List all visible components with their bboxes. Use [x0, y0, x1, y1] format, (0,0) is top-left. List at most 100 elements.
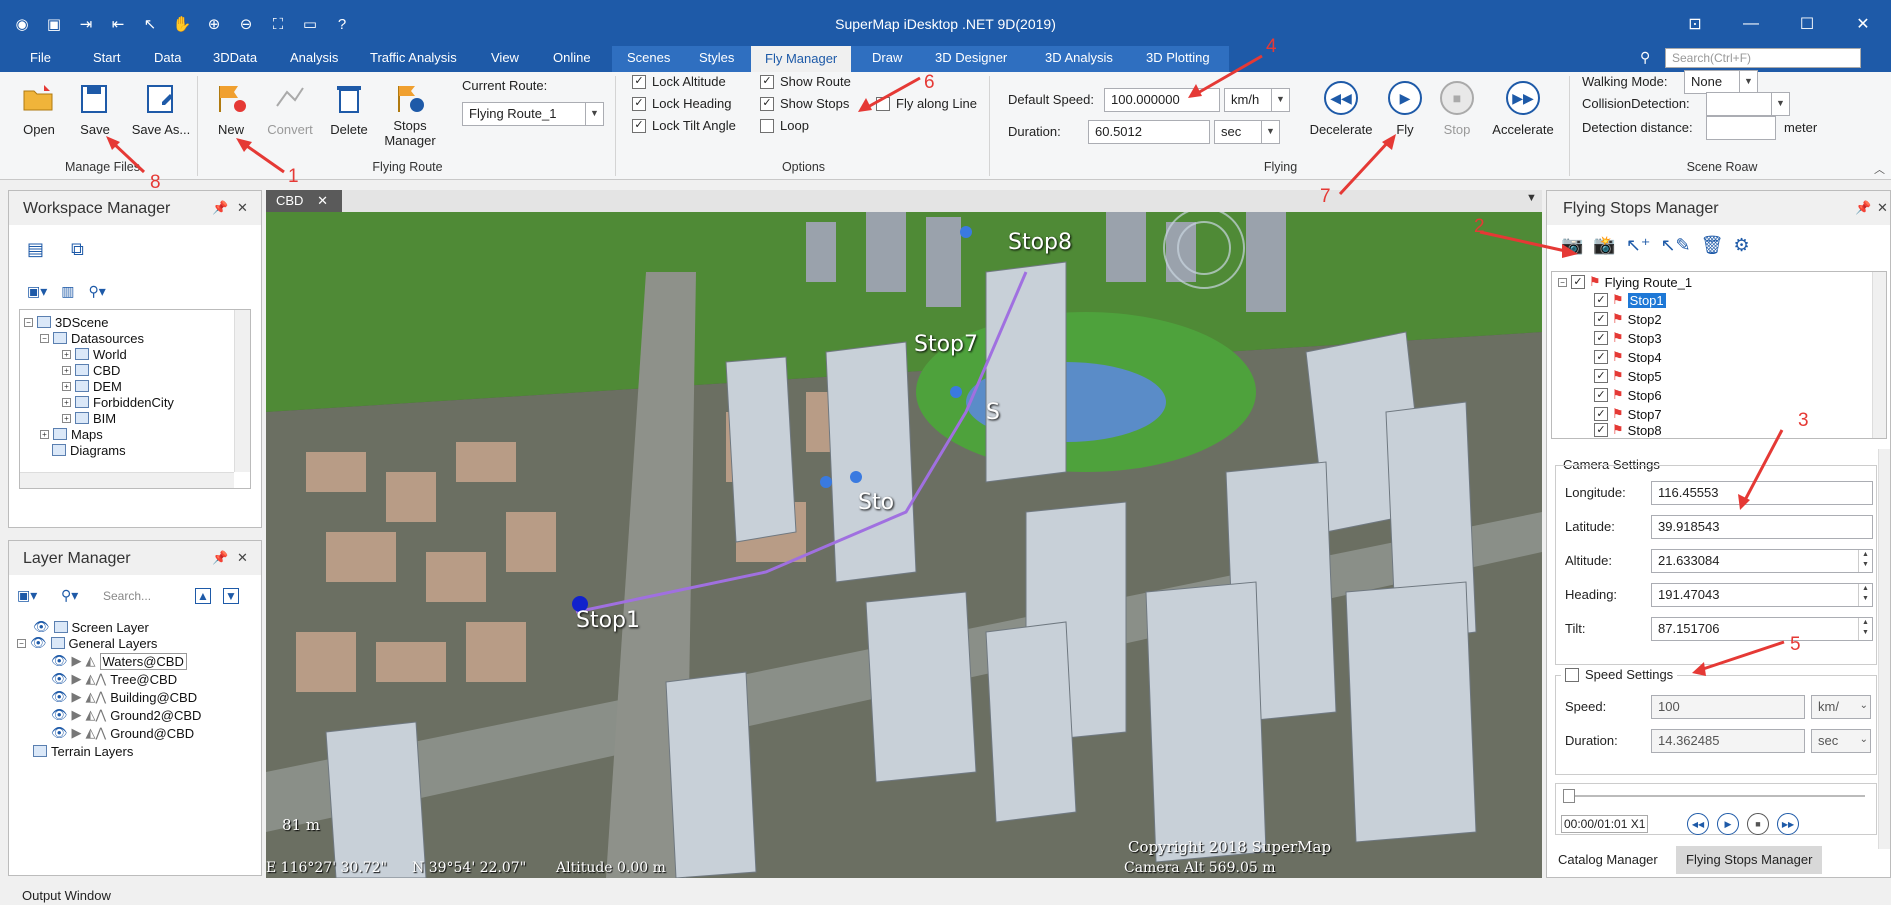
select-arrow-icon[interactable]: ▶ — [72, 653, 82, 669]
layer-search-input[interactable]: Search... — [103, 589, 151, 603]
fly-along-line-checkbox[interactable]: Fly along Line — [876, 96, 977, 111]
expand-icon[interactable]: + — [62, 349, 71, 359]
layer-options-icon[interactable]: ▣▾ — [17, 587, 37, 604]
speed-input[interactable]: 100 — [1651, 695, 1805, 719]
playback-slider-thumb[interactable] — [1563, 789, 1575, 803]
expand-icon[interactable]: + — [62, 365, 71, 375]
minimize-icon[interactable]: — — [1723, 10, 1779, 38]
visible-eye-icon[interactable]: 👁 — [30, 635, 47, 651]
heading-input[interactable]: 191.47043 ▲ ▼ — [1651, 583, 1873, 607]
workspace-options-icon[interactable]: ▣▾ — [27, 283, 47, 300]
menu-analysis[interactable]: Analysis — [290, 50, 338, 65]
menu-3d-designer[interactable]: 3D Designer — [935, 50, 1007, 65]
layer-waters[interactable]: 👁 ▶ ◭ Waters@CBD — [51, 652, 187, 670]
expand-icon[interactable]: + — [62, 381, 71, 391]
fast-forward-icon[interactable]: ▶▶ — [1777, 813, 1799, 835]
duration-unit-select[interactable]: sec ▼ — [1214, 120, 1280, 144]
tree-item-cbd[interactable]: + CBD — [62, 362, 120, 378]
close-icon[interactable]: ✕ — [237, 550, 248, 566]
search-input[interactable]: Search(Ctrl+F) — [1665, 48, 1861, 68]
lock-tilt-angle-checkbox[interactable]: ✓ Lock Tilt Angle — [632, 118, 736, 133]
detection-distance-input[interactable] — [1706, 116, 1776, 140]
accelerate-button[interactable]: ▶▶ Accelerate — [1488, 80, 1558, 137]
maximize-icon[interactable]: ☐ — [1779, 10, 1835, 38]
layer-ground2[interactable]: 👁 ▶ ◭⋀ Ground2@CBD — [51, 707, 201, 723]
select-arrow-icon[interactable]: ▶ — [72, 707, 82, 723]
convert-button[interactable]: Convert — [262, 80, 318, 137]
checkbox-checked-icon[interactable]: ✓ — [1594, 293, 1608, 307]
fly-button[interactable]: ▶ Fly — [1380, 80, 1430, 137]
expand-icon[interactable]: + — [40, 429, 49, 439]
visible-eye-icon[interactable]: 👁 — [51, 707, 68, 723]
tree-item-dem[interactable]: + DEM — [62, 378, 122, 394]
tree-item-forbiddencity[interactable]: + ForbiddenCity — [62, 394, 174, 410]
menu-fly-manager[interactable]: Fly Manager — [751, 46, 852, 72]
altitude-input[interactable]: 21.633084 ▲ ▼ — [1651, 549, 1873, 573]
menu-start[interactable]: Start — [93, 50, 120, 65]
tree-item-world[interactable]: + World — [62, 346, 127, 362]
stops-manager-button[interactable]: Stops Manager — [380, 80, 440, 148]
save-button[interactable]: Save — [70, 80, 120, 137]
layer-general[interactable]: − 👁 General Layers — [17, 635, 157, 651]
decelerate-button[interactable]: ◀◀ Decelerate — [1306, 80, 1376, 137]
tree-item-stop1[interactable]: ✓ ⚑ Stop1 — [1594, 292, 1666, 308]
layer-ground[interactable]: 👁 ▶ ◭⋀ Ground@CBD — [51, 725, 194, 741]
collapse-icon[interactable]: − — [17, 638, 26, 648]
collapse-icon[interactable]: − — [24, 317, 33, 327]
tab-flying-stops-manager[interactable]: Flying Stops Manager — [1676, 846, 1823, 874]
expand-icon[interactable]: + — [62, 397, 71, 407]
tree-item-stop5[interactable]: ✓ ⚑ Stop5 — [1594, 368, 1662, 384]
pin-icon[interactable]: 📌 — [1855, 200, 1871, 216]
close-icon[interactable]: ✕ — [1877, 200, 1888, 216]
menu-traffic-analysis[interactable]: Traffic Analysis — [370, 50, 457, 65]
spin-icon[interactable]: ▲ ▼ — [1858, 550, 1872, 572]
menu-styles[interactable]: Styles — [699, 50, 734, 65]
layer-building[interactable]: 👁 ▶ ◭⋀ Building@CBD — [51, 689, 197, 705]
loop-checkbox[interactable]: Loop — [760, 118, 809, 133]
lock-heading-checkbox[interactable]: ✓ Lock Heading — [632, 96, 732, 111]
checkbox-checked-icon[interactable]: ✓ — [1571, 275, 1585, 289]
visible-eye-icon[interactable]: 👁 — [51, 653, 68, 669]
tree-item-bim[interactable]: + BIM — [62, 410, 116, 426]
close-icon[interactable]: ✕ — [1835, 10, 1891, 38]
lock-altitude-checkbox[interactable]: ✓ Lock Altitude — [632, 74, 726, 89]
vertical-scrollbar[interactable] — [1872, 272, 1886, 438]
select-arrow-icon[interactable]: ▶ — [72, 689, 82, 705]
delete-button[interactable]: Delete — [324, 80, 374, 137]
spin-icon[interactable]: ▲ ▼ — [1858, 584, 1872, 606]
search-icon[interactable]: ⚲▾ — [89, 283, 106, 300]
menu-data[interactable]: Data — [154, 50, 181, 65]
tree-item-stop4[interactable]: ✓ ⚑ Stop4 — [1594, 349, 1662, 365]
stop-button[interactable]: ■ Stop — [1432, 80, 1482, 137]
stop-camera-settings-icon[interactable]: 📸 — [1593, 235, 1615, 256]
visible-eye-icon[interactable]: 👁 — [33, 619, 50, 635]
checkbox-checked-icon[interactable]: ✓ — [1594, 312, 1608, 326]
current-route-select[interactable]: Flying Route_1 ▼ — [462, 102, 604, 126]
stop-duration-input[interactable]: 14.362485 — [1651, 729, 1805, 753]
panel-scrollbar[interactable] — [1878, 449, 1890, 849]
stop-icon[interactable]: ■ — [1747, 813, 1769, 835]
playback-slider-track[interactable] — [1565, 795, 1865, 797]
speed-settings-checkbox[interactable]: Speed Settings — [1561, 667, 1678, 682]
select-arrow-icon[interactable]: ▶ — [72, 671, 82, 687]
tree-item-flying-route[interactable]: − ✓ ⚑ Flying Route_1 — [1558, 274, 1692, 290]
play-icon[interactable]: ▶ — [1717, 813, 1739, 835]
menu-3d-analysis[interactable]: 3D Analysis — [1045, 50, 1113, 65]
tree-item-3dscene[interactable]: − 3DScene — [24, 314, 108, 330]
save-as-button[interactable]: Save As... — [126, 80, 196, 137]
tree-item-diagrams[interactable]: Diagrams — [52, 442, 126, 458]
tree-item-maps[interactable]: + Maps — [40, 426, 103, 442]
pin-icon[interactable]: 📌 — [212, 200, 228, 216]
collapse-ribbon-icon[interactable]: ︿ — [1874, 161, 1885, 177]
move-up-icon[interactable]: ▲ — [195, 588, 211, 604]
select-arrow-icon[interactable]: ▶ — [72, 725, 82, 741]
expand-icon[interactable]: + — [62, 413, 71, 423]
visible-eye-icon[interactable]: 👁 — [51, 689, 68, 705]
tree-item-stop2[interactable]: ✓ ⚑ Stop2 — [1594, 311, 1662, 327]
menu-online[interactable]: Online — [553, 50, 591, 65]
visible-eye-icon[interactable]: 👁 — [51, 671, 68, 687]
delete-stop-icon[interactable]: 🗑 — [1701, 235, 1724, 256]
tree-item-datasources[interactable]: − Datasources — [40, 330, 144, 346]
close-icon[interactable]: ✕ — [317, 193, 328, 208]
spin-icon[interactable]: ▲ ▼ — [1858, 618, 1872, 640]
